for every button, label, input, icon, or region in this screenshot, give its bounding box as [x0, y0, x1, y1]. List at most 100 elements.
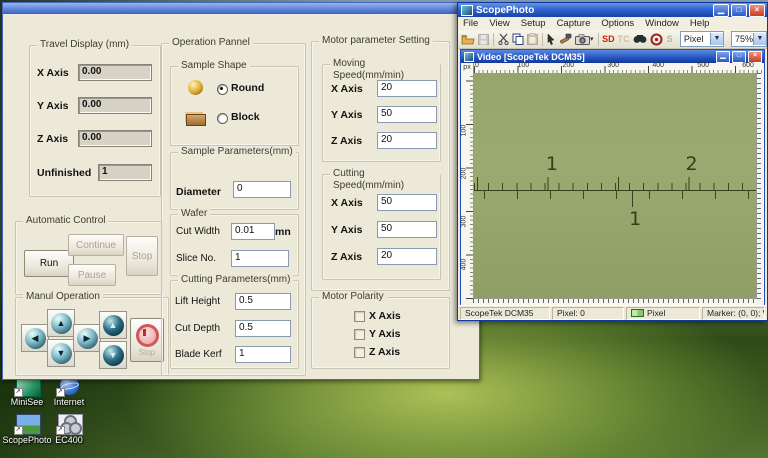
- polarity-z-checkbox[interactable]: [354, 347, 365, 358]
- cut-width-field[interactable]: 0.01: [231, 223, 275, 240]
- close-button[interactable]: ×: [748, 51, 762, 63]
- tc-button[interactable]: TC: [618, 32, 630, 47]
- menu-window[interactable]: Window: [645, 18, 679, 29]
- blade-kerf-field[interactable]: 1: [235, 346, 291, 363]
- sd-button[interactable]: SD: [602, 32, 615, 47]
- minimize-button[interactable]: ▁: [713, 4, 729, 17]
- video-view[interactable]: 1 2 1: [474, 73, 756, 298]
- group-title: Travel Display (mm): [37, 39, 132, 51]
- shortcut-arrow-icon: ↗: [56, 388, 65, 397]
- stop-button[interactable]: Stop: [126, 236, 158, 276]
- cut-icon[interactable]: [498, 32, 509, 47]
- close-button[interactable]: ×: [749, 4, 765, 17]
- move-up-button[interactable]: ▲: [47, 309, 75, 337]
- dropdown-caret-icon: ▾: [590, 35, 594, 43]
- group-title: Sample Parameters(mm): [178, 146, 296, 158]
- cutting-speed-group: Cutting Speed(mm/min) X Axis 50 Y Axis 5…: [322, 174, 441, 280]
- camera-icon[interactable]: ▾: [575, 32, 594, 47]
- sample-parameters-group: Sample Parameters(mm) Diameter 0: [170, 152, 299, 210]
- diameter-field[interactable]: 0: [233, 181, 291, 198]
- arrow-up-icon: ▲: [103, 315, 124, 336]
- micrometer-major-ticks: [474, 177, 756, 190]
- status-device: ScopeTek DCM35: [460, 307, 550, 320]
- menu-options[interactable]: Options: [601, 18, 634, 29]
- cutting-speed-x-field[interactable]: 50: [377, 194, 437, 211]
- paste-icon[interactable]: [527, 32, 538, 47]
- copy-icon[interactable]: [512, 32, 524, 47]
- binoculars-icon[interactable]: [633, 32, 647, 47]
- polarity-z-label: Z Axis: [369, 346, 400, 358]
- status-marker: Marker: (0, 0); Wat: [702, 307, 765, 320]
- polarity-y-checkbox[interactable]: [354, 329, 365, 340]
- menu-view[interactable]: View: [489, 18, 509, 29]
- z-up-button[interactable]: ▲: [99, 311, 127, 339]
- arrow-down-icon: ▼: [51, 343, 72, 364]
- cut-depth-label: Cut Depth: [175, 323, 220, 335]
- ruler-tick-label: 200: [562, 62, 574, 69]
- polarity-x-checkbox[interactable]: [354, 311, 365, 322]
- cutting-speed-z-field[interactable]: 20: [377, 248, 437, 265]
- run-button[interactable]: Run: [24, 250, 74, 277]
- pause-button[interactable]: Pause: [68, 264, 116, 286]
- tools-icon[interactable]: [559, 32, 572, 47]
- video-window: Video [ScopeTek DCM35] ▁ □ × px 0 100 20…: [460, 49, 765, 307]
- move-left-button[interactable]: ◀: [21, 324, 49, 352]
- status-unit: Pixel: [647, 308, 665, 318]
- menu-capture[interactable]: Capture: [557, 18, 591, 29]
- toolbar-separator: [542, 33, 543, 46]
- stop-icon: [136, 324, 159, 347]
- y-axis-label: Y Axis: [331, 109, 363, 121]
- motor-setting-group: Motor parameter Setting Moving Speed(mm/…: [311, 41, 450, 291]
- z-axis-label: Z Axis: [331, 251, 362, 263]
- desktop-icon-ec400[interactable]: ↗ EC400: [42, 414, 96, 445]
- open-icon[interactable]: [461, 32, 475, 47]
- scopephoto-titlebar[interactable]: ScopePhoto ▁ □ ×: [458, 3, 767, 17]
- control-window-titlebar[interactable]: [3, 3, 479, 14]
- ruler-tick-label: 100: [460, 125, 467, 137]
- lift-height-field[interactable]: 0.5: [235, 293, 291, 310]
- cutting-speed-y-field[interactable]: 50: [377, 221, 437, 238]
- automatic-control-group: Automatic Control Run Continue Pause Sto…: [15, 221, 163, 295]
- record-icon[interactable]: [650, 32, 663, 47]
- manual-stop-label: Stop: [139, 348, 155, 357]
- shortcut-arrow-icon: ↗: [56, 426, 65, 435]
- motor-polarity-group: Motor Polarity X Axis Y Axis Z Axis: [311, 297, 450, 369]
- block-radio[interactable]: [217, 113, 228, 124]
- cut-depth-field[interactable]: 0.5: [235, 320, 291, 337]
- video-window-icon: [464, 52, 474, 62]
- x-axis-label: X Axis: [331, 83, 363, 95]
- move-down-button[interactable]: ▼: [47, 339, 75, 367]
- desktop-icon-internet[interactable]: ↗ Internet: [42, 376, 96, 407]
- group-title: Manul Operation: [23, 291, 103, 303]
- group-title: Automatic Control: [23, 215, 108, 227]
- save-icon[interactable]: [478, 32, 489, 47]
- ruler-tick-label: 400: [460, 258, 467, 270]
- moving-speed-z-field[interactable]: 20: [377, 132, 437, 149]
- z-axis-label: Z Axis: [37, 133, 68, 145]
- minimize-button[interactable]: ▁: [716, 51, 730, 63]
- round-radio[interactable]: [217, 84, 228, 95]
- diameter-label: Diameter: [176, 186, 221, 198]
- menu-help[interactable]: Help: [690, 18, 710, 29]
- menu-setup[interactable]: Setup: [521, 18, 546, 29]
- moving-speed-y-field[interactable]: 50: [377, 106, 437, 123]
- s-button[interactable]: S: [666, 32, 674, 47]
- moving-speed-x-field[interactable]: 20: [377, 80, 437, 97]
- pointer-icon[interactable]: [546, 32, 556, 47]
- menu-file[interactable]: File: [463, 18, 478, 29]
- move-right-button[interactable]: ▶: [73, 324, 101, 352]
- vertical-ruler: 100 200 300 400: [461, 73, 474, 299]
- ruler-tick-label: 200: [460, 168, 467, 180]
- zoom-dropdown[interactable]: 75% ▼: [731, 31, 767, 47]
- group-title: Cutting Parameters(mm): [178, 274, 293, 286]
- slice-no-field[interactable]: 1: [231, 250, 289, 267]
- maximize-button[interactable]: □: [732, 51, 746, 63]
- manual-stop-button[interactable]: Stop: [130, 318, 164, 362]
- window-title: ScopePhoto: [476, 5, 534, 16]
- continue-button[interactable]: Continue: [68, 234, 124, 256]
- mode-dropdown[interactable]: Pixel ▼: [680, 31, 724, 47]
- block-sample-icon: [186, 114, 206, 126]
- maximize-button[interactable]: □: [731, 4, 747, 17]
- z-down-button[interactable]: ▼: [99, 341, 127, 369]
- scopephoto-window: ScopePhoto ▁ □ × File View Setup Capture…: [457, 2, 768, 321]
